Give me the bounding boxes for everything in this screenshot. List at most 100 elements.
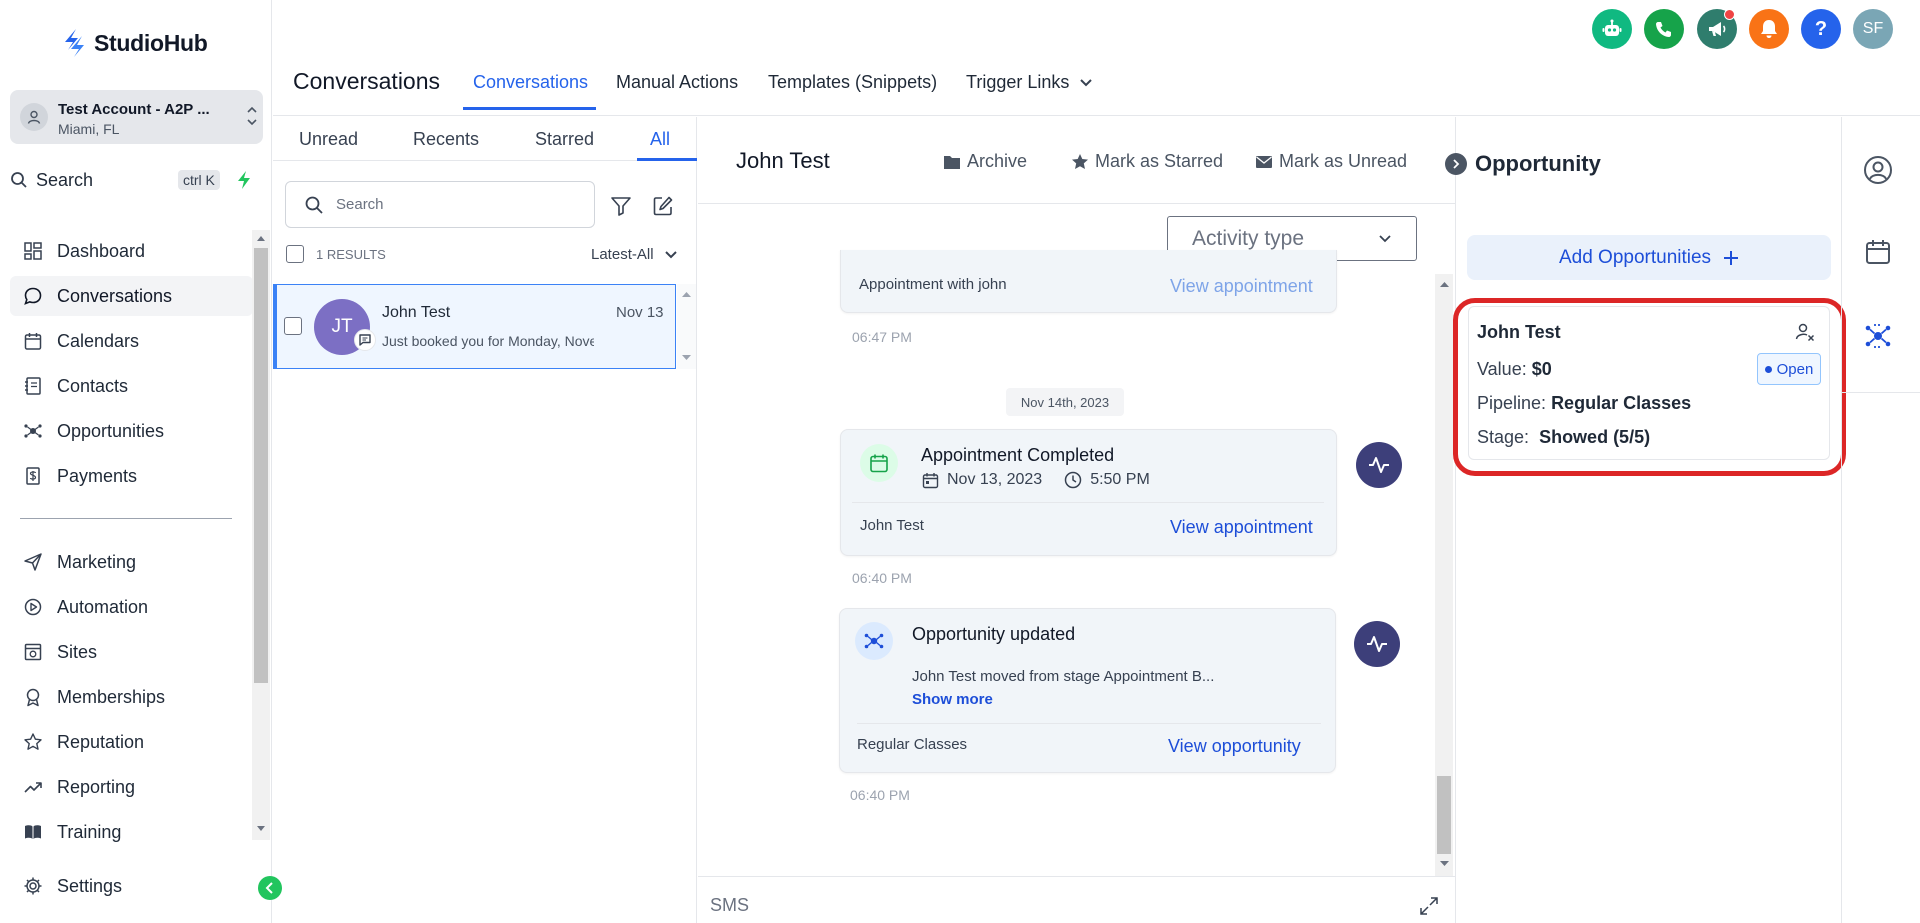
gear-icon [22, 875, 44, 897]
send-icon [22, 551, 44, 573]
sidebar-item-memberships[interactable]: Memberships [10, 677, 253, 717]
scroll-down-icon[interactable] [255, 824, 267, 834]
view-appointment-link[interactable]: View appointment [1170, 276, 1313, 297]
sort-dropdown[interactable]: Latest-All [591, 246, 678, 263]
search-icon [11, 172, 27, 188]
conversation-contact-title: John Test [736, 148, 830, 173]
calendar-icon[interactable] [1864, 238, 1892, 266]
mark-unread-button[interactable]: Mark as Unread [1255, 151, 1407, 172]
previous-card-text: Appointment with john [859, 276, 1007, 293]
sidebar-item-label: Opportunities [57, 420, 165, 441]
opportunity-panel-header[interactable]: Opportunity [1445, 151, 1601, 177]
conversation-scroll-thumb[interactable] [1437, 776, 1451, 854]
select-all-checkbox[interactable] [286, 245, 304, 263]
message-time: 06:40 PM [852, 570, 912, 586]
sidebar-item-label: Memberships [57, 686, 166, 707]
conversation-search[interactable] [285, 181, 595, 228]
conversation-list-panel [273, 117, 697, 923]
star-icon [22, 731, 44, 753]
tab-trigger-links-label: Trigger Links [966, 72, 1070, 92]
scroll-down-icon[interactable] [1439, 860, 1450, 868]
sidebar-item-reporting[interactable]: Reporting [10, 767, 253, 807]
notifications-button[interactable] [1749, 9, 1789, 49]
list-scrollbar[interactable] [677, 284, 696, 369]
sidebar-item-conversations[interactable]: Conversations [10, 276, 253, 316]
sidebar-item-marketing[interactable]: Marketing [10, 542, 253, 582]
archive-label: Archive [967, 151, 1028, 171]
add-opportunities-button[interactable]: Add Opportunities [1467, 235, 1831, 280]
sidebar-item-settings[interactable]: Settings [10, 866, 253, 906]
account-name: Test Account - A2P ... [58, 101, 210, 118]
show-more-link[interactable]: Show more [912, 691, 993, 708]
sidebar-item-automation[interactable]: Automation [10, 587, 253, 627]
sidebar-item-label: Automation [57, 596, 149, 617]
tab-all[interactable]: All [650, 129, 670, 150]
tab-conversations[interactable]: Conversations [473, 72, 588, 93]
activity-type-label: Activity type [1192, 226, 1305, 250]
archive-button[interactable]: Archive [943, 151, 1027, 172]
conversation-checkbox[interactable] [284, 317, 302, 335]
opportunities-icon[interactable] [1863, 321, 1893, 351]
scroll-up-icon[interactable] [255, 233, 267, 243]
brand-logo[interactable]: StudioHub [62, 28, 208, 58]
calendar-icon [22, 330, 44, 352]
chevron-right-icon[interactable] [1445, 153, 1467, 175]
sidebar-item-training[interactable]: Training [10, 812, 253, 852]
sidebar-item-label: Marketing [57, 551, 137, 572]
sidebar-item-reputation[interactable]: Reputation [10, 722, 253, 762]
view-appointment-link[interactable]: View appointment [1170, 517, 1313, 538]
user-avatar[interactable]: SF [1853, 9, 1893, 49]
sidebar-item-label: Dashboard [57, 240, 146, 261]
account-switcher[interactable]: Test Account - A2P ... Miami, FL [10, 90, 263, 144]
composer-border [698, 876, 1455, 877]
appointment-time: 5:50 PM [1090, 471, 1150, 488]
mark-starred-button[interactable]: Mark as Starred [1071, 151, 1223, 172]
scroll-up-icon[interactable] [1439, 280, 1450, 288]
composer-channel-tab[interactable]: SMS [710, 895, 749, 916]
bot-button[interactable] [1592, 9, 1632, 49]
activity-pulse-icon [1354, 621, 1400, 667]
sidebar-item-opportunities[interactable]: Opportunities [10, 411, 253, 451]
folder-icon [944, 155, 960, 169]
book-icon [22, 821, 44, 843]
sidebar-scroll-thumb[interactable] [254, 248, 268, 683]
plus-icon [1724, 250, 1739, 265]
tab-templates[interactable]: Templates (Snippets) [768, 72, 937, 93]
award-icon [22, 686, 44, 708]
message-time: 06:47 PM [852, 329, 912, 345]
sidebar-item-contacts[interactable]: Contacts [10, 366, 253, 406]
sidebar-item-calendars[interactable]: Calendars [10, 321, 253, 361]
chevron-updown-icon [246, 104, 258, 128]
sidebar-item-label: Training [57, 821, 122, 842]
sidebar-item-payments[interactable]: Payments [10, 456, 253, 496]
search-shortcut: ctrl K [178, 170, 220, 190]
sidebar-item-sites[interactable]: Sites [10, 632, 253, 672]
calendar-icon [922, 472, 939, 488]
payments-icon [22, 465, 44, 487]
conversation-search-input[interactable] [336, 196, 576, 213]
tab-unread[interactable]: Unread [299, 129, 358, 150]
expand-icon[interactable] [1419, 896, 1439, 916]
sidebar-item-dashboard[interactable]: Dashboard [10, 231, 253, 271]
chevron-down-icon [1080, 78, 1093, 86]
tab-starred[interactable]: Starred [535, 129, 594, 150]
tab-recents[interactable]: Recents [413, 129, 479, 150]
scroll-up-icon[interactable] [681, 290, 692, 298]
mark-starred-label: Mark as Starred [1095, 151, 1224, 171]
tab-trigger-links[interactable]: Trigger Links [966, 72, 1093, 93]
sidebar-item-label: Sites [57, 641, 98, 662]
phone-button[interactable] [1644, 9, 1684, 49]
sidebar-item-label: Reporting [57, 776, 136, 797]
appointment-date: Nov 13, 2023 [947, 471, 1043, 488]
filter-icon[interactable] [610, 195, 632, 217]
view-opportunity-link[interactable]: View opportunity [1168, 736, 1301, 757]
tab-manual-actions[interactable]: Manual Actions [616, 72, 738, 93]
bolt-icon[interactable] [236, 170, 252, 190]
contact-profile-icon[interactable] [1863, 155, 1893, 185]
bell-icon [1761, 20, 1777, 38]
compose-icon[interactable] [652, 195, 674, 217]
scroll-down-icon[interactable] [681, 354, 692, 362]
help-button[interactable]: ? [1801, 9, 1841, 49]
mark-unread-label: Mark as Unread [1279, 151, 1408, 171]
sidebar-item-label: Reputation [57, 731, 145, 752]
